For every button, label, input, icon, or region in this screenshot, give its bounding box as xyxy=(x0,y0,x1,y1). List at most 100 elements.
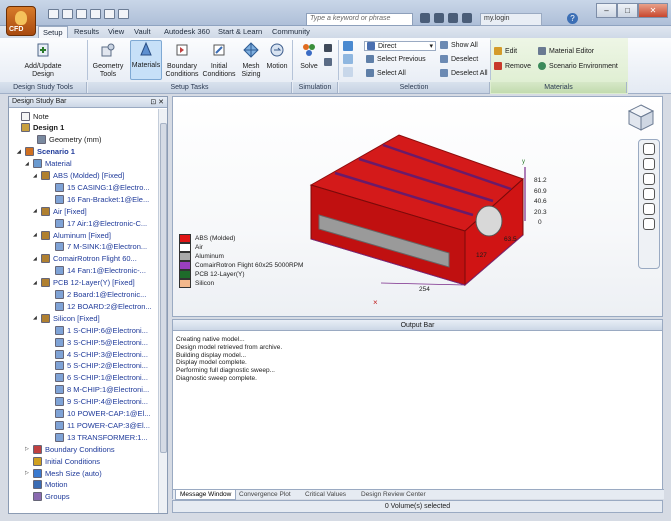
tree-node[interactable]: 2 Board:1@Electronic... xyxy=(47,290,146,300)
tree-node[interactable]: 11 POWER-CAP:3@El... xyxy=(47,420,150,430)
show-all-button[interactable]: Show All xyxy=(440,41,478,49)
tree-node[interactable]: 6 S-CHIP:1@Electroni... xyxy=(47,373,148,383)
tree-node[interactable]: Design 1 xyxy=(13,123,64,133)
tab-vault[interactable]: Vault xyxy=(130,26,155,38)
tree-node[interactable]: 7 M-SINK:1@Electron... xyxy=(47,242,147,252)
expand-icon[interactable]: ◢ xyxy=(17,149,22,155)
undo-icon[interactable] xyxy=(90,9,101,19)
simulation-option-1[interactable] xyxy=(324,44,332,52)
tree-node[interactable]: ◢ Material xyxy=(25,159,72,169)
binoculars-icon[interactable] xyxy=(420,13,430,23)
center-icon[interactable] xyxy=(643,218,655,230)
pan-icon[interactable] xyxy=(643,158,655,170)
tree-node[interactable]: ◢ ComairRotron Flight 60... xyxy=(33,254,137,264)
tree-node[interactable]: 9 S-CHIP:4@Electroni... xyxy=(47,397,148,407)
help-icon[interactable]: ? xyxy=(567,13,578,24)
tree-node[interactable]: Note xyxy=(13,111,49,121)
scenario-environment-button[interactable]: Scenario Environment xyxy=(538,62,618,70)
tree-node[interactable]: 16 Fan-Bracket:1@Ele... xyxy=(47,194,149,204)
simulation-option-2[interactable] xyxy=(324,58,332,66)
tree-node[interactable]: Motion xyxy=(25,480,68,490)
communication-icon[interactable] xyxy=(434,13,444,23)
minimize-button[interactable]: – xyxy=(596,3,617,18)
expand-icon[interactable]: ◢ xyxy=(33,208,38,214)
tab-community[interactable]: Community xyxy=(268,26,314,38)
tree-node[interactable]: 5 S-CHIP:2@Electroni... xyxy=(47,361,148,371)
tree-node[interactable]: ◢ Scenario 1 xyxy=(17,147,75,157)
tree-node[interactable]: 13 TRANSFORMER:1... xyxy=(47,432,148,442)
selection-mode-dropdown[interactable]: Direct ▾ xyxy=(364,41,436,51)
tab-convergence-plot[interactable]: Convergence Plot xyxy=(235,490,295,499)
tree-node[interactable]: 12 BOARD:2@Electron... xyxy=(47,301,152,311)
look-at-icon[interactable] xyxy=(643,203,655,215)
close-button[interactable]: ✕ xyxy=(638,3,668,18)
expand-icon[interactable]: ▷ xyxy=(25,470,30,476)
initial-conditions-button[interactable]: Initial Conditions xyxy=(202,42,236,79)
login-field[interactable]: my.login xyxy=(480,13,542,26)
edit-material-button[interactable]: Edit xyxy=(494,47,517,55)
open-icon[interactable] xyxy=(62,9,73,19)
tab-design-review-center[interactable]: Design Review Center xyxy=(357,490,430,499)
subscription-icon[interactable] xyxy=(448,13,458,23)
new-icon[interactable] xyxy=(48,9,59,19)
tab-critical-values[interactable]: Critical Values xyxy=(301,490,350,499)
tree-node[interactable]: 17 Air:1@Electronic-C... xyxy=(47,218,147,228)
geometry-tools-button[interactable]: Geometry Tools xyxy=(90,42,126,79)
tree-node[interactable]: 4 S-CHIP:3@Electroni... xyxy=(47,349,148,359)
zoom-icon[interactable] xyxy=(643,173,655,185)
select-previous-button[interactable]: Select Previous xyxy=(366,55,426,63)
expand-icon[interactable]: ◢ xyxy=(33,315,38,321)
select-face-icon[interactable] xyxy=(343,54,353,64)
tab-message-window[interactable]: Message Window xyxy=(175,490,237,500)
graphics-viewport[interactable]: y × 81.2 60.9 40.6 20.3 0 63.5 127 254 A… xyxy=(172,96,663,317)
expand-icon[interactable]: ◢ xyxy=(33,256,38,262)
tree-node[interactable]: Groups xyxy=(25,492,70,502)
redo-icon[interactable] xyxy=(104,9,115,19)
viewcube-icon[interactable] xyxy=(625,101,657,133)
maximize-button[interactable]: □ xyxy=(617,3,638,18)
tab-autodesk-360[interactable]: Autodesk 360 xyxy=(160,26,214,38)
tree-node[interactable]: ◢ PCB 12-Layer(Y) [Fixed] xyxy=(33,278,135,288)
expand-icon[interactable]: ◢ xyxy=(25,161,30,167)
add-update-design-button[interactable]: Add/Update Design xyxy=(18,42,68,79)
tree-node[interactable]: ◢ ABS (Molded) [Fixed] xyxy=(33,171,124,181)
expand-icon[interactable]: ▷ xyxy=(25,446,30,452)
tree-node[interactable]: Geometry (mm) xyxy=(29,135,102,145)
application-menu-button[interactable]: CFD xyxy=(6,6,36,36)
tree-node[interactable]: 1 S-CHIP:6@Electroni... xyxy=(47,325,148,335)
select-edge-icon[interactable] xyxy=(343,67,353,77)
fan-opening[interactable] xyxy=(475,205,503,237)
mesh-sizing-button[interactable]: Mesh Sizing xyxy=(238,42,264,79)
tree-node[interactable]: 15 CASING:1@Electro... xyxy=(47,182,150,192)
tab-start-learn[interactable]: Start & Learn xyxy=(214,26,266,38)
expand-icon[interactable]: ◢ xyxy=(33,280,38,286)
material-editor-button[interactable]: Material Editor xyxy=(538,47,594,55)
tree-node[interactable]: 8 M-CHIP:1@Electroni... xyxy=(47,385,149,395)
tree-node[interactable]: 10 POWER-CAP:1@El... xyxy=(47,409,150,419)
tree-node[interactable]: 3 S-CHIP:5@Electroni... xyxy=(47,337,148,347)
steering-wheel-icon[interactable] xyxy=(643,143,655,155)
select-all-button[interactable]: Select All xyxy=(366,69,406,77)
tree-node[interactable]: Initial Conditions xyxy=(25,456,100,466)
design-study-tools-label[interactable]: Design Study Tools xyxy=(0,82,87,93)
print-icon[interactable] xyxy=(118,9,129,19)
tree-node[interactable]: 14 Fan:1@Electronic-... xyxy=(47,266,146,276)
tree-node[interactable]: ◢ Air [Fixed] xyxy=(33,206,87,216)
tree-node[interactable]: ◢ Silicon [Fixed] xyxy=(33,313,100,323)
orbit-icon[interactable] xyxy=(643,188,655,200)
solve-button[interactable]: Solve xyxy=(296,42,322,71)
tree-node[interactable]: ◢ Aluminum [Fixed] xyxy=(33,230,111,240)
tree-scrollbar[interactable] xyxy=(158,109,167,513)
tab-results[interactable]: Results xyxy=(70,26,103,38)
star-icon[interactable] xyxy=(462,13,472,23)
materials-button[interactable]: Materials xyxy=(130,40,162,80)
remove-material-button[interactable]: Remove xyxy=(494,62,531,70)
boundary-conditions-button[interactable]: Boundary Conditions xyxy=(164,42,200,79)
deselect-button[interactable]: Deselect xyxy=(440,55,478,63)
simulation-label[interactable]: Simulation xyxy=(293,82,338,93)
tree-node[interactable]: ▷ Mesh Size (auto) xyxy=(25,468,102,478)
search-input[interactable]: Type a keyword or phrase xyxy=(306,13,413,26)
save-icon[interactable] xyxy=(76,9,87,19)
deselect-all-button[interactable]: Deselect All xyxy=(440,69,488,77)
motion-button[interactable]: Motion xyxy=(264,42,290,71)
